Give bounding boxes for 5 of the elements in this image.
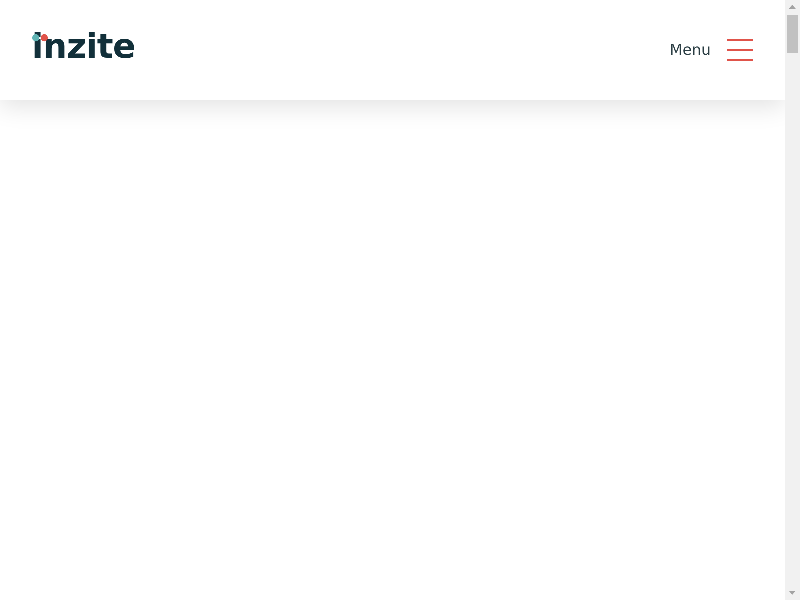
scroll-thumb[interactable] <box>787 15 798 53</box>
menu-icon <box>727 39 753 61</box>
scrollbar[interactable] <box>785 0 800 600</box>
menu-button[interactable]: Menu <box>670 39 753 61</box>
logo[interactable]: inzite <box>32 34 136 64</box>
